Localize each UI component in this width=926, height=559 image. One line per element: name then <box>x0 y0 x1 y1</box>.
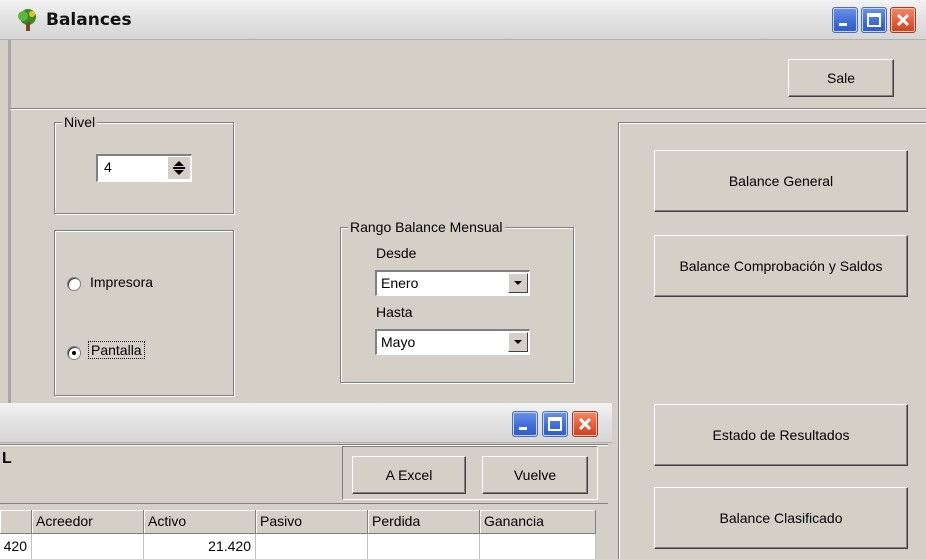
main-title-bar[interactable] <box>0 0 926 40</box>
estado-resultados-label: Estado de Resultados <box>712 427 850 443</box>
sale-button-label: Sale <box>826 70 856 86</box>
radio-selected-dot <box>72 351 76 355</box>
grid-cell-pasivo[interactable] <box>256 534 368 559</box>
close-icon <box>578 417 592 431</box>
grid-cell-perdida[interactable] <box>368 534 480 559</box>
rango-label: Rango Balance Mensual <box>348 219 505 235</box>
chevron-down-icon <box>514 281 522 285</box>
spinner-arrows-icon <box>173 161 185 175</box>
close-icon <box>896 13 910 27</box>
excel-button[interactable]: A Excel <box>352 456 466 494</box>
window-title: Balances <box>46 10 132 30</box>
toolbar-divider <box>10 108 926 110</box>
minimize-icon <box>839 23 847 26</box>
hasta-select[interactable]: Mayo <box>375 329 530 355</box>
minimize-icon <box>519 427 527 430</box>
grid-cell-acreedor[interactable] <box>32 534 144 559</box>
balance-clasificado-label: Balance Clasificado <box>719 510 843 526</box>
chevron-down-icon <box>514 340 522 344</box>
hasta-label: Hasta <box>376 304 413 320</box>
output-group <box>54 230 234 396</box>
radio-pantalla-label: Pantalla <box>88 341 145 359</box>
nivel-value: 4 <box>104 159 112 175</box>
desde-dropdown-button[interactable] <box>508 273 528 293</box>
vuelve-button[interactable]: Vuelve <box>482 456 588 494</box>
hasta-dropdown-button[interactable] <box>508 332 528 352</box>
grid-header-ganancia[interactable]: Ganancia <box>480 510 596 534</box>
maximize-button[interactable] <box>861 7 887 33</box>
balance-comprobacion-label: Balance Comprobación y Saldos <box>679 258 883 274</box>
child-maximize-button[interactable] <box>542 411 568 437</box>
balance-general-label: Balance General <box>728 173 834 189</box>
excel-button-label: A Excel <box>385 467 433 483</box>
spinner-arrows[interactable] <box>168 157 190 179</box>
balance-general-button[interactable]: Balance General <box>654 150 908 212</box>
desde-value: Enero <box>381 275 419 291</box>
vuelve-button-label: Vuelve <box>513 467 557 483</box>
balance-clasificado-button[interactable]: Balance Clasificado <box>654 487 908 549</box>
window-left-border <box>8 40 11 410</box>
balance-comprobacion-button[interactable]: Balance Comprobación y Saldos <box>654 235 908 297</box>
maximize-icon <box>548 417 562 431</box>
minimize-button[interactable] <box>832 7 858 33</box>
child-minimize-button[interactable] <box>512 411 538 437</box>
nivel-spinner[interactable]: 4 <box>96 154 192 182</box>
child-close-button[interactable] <box>572 411 598 437</box>
grid-cell-ganancia[interactable] <box>480 534 596 559</box>
grid-cell-activo[interactable]: 21.420 <box>144 534 256 559</box>
estado-resultados-button[interactable]: Estado de Resultados <box>654 404 908 466</box>
maximize-icon <box>867 13 881 27</box>
sale-button[interactable]: Sale <box>788 59 894 97</box>
grid-header-acreedor[interactable]: Acreedor <box>32 510 144 534</box>
nivel-label: Nivel <box>62 114 98 130</box>
radio-impresora-label: Impresora <box>90 274 154 290</box>
hasta-value: Mayo <box>381 334 416 350</box>
close-button[interactable] <box>890 7 916 33</box>
grid-header-activo[interactable]: Activo <box>144 510 256 534</box>
radio-pantalla[interactable] <box>67 346 81 360</box>
app-tree-icon <box>18 9 36 31</box>
desde-select[interactable]: Enero <box>375 270 530 296</box>
desde-label: Desde <box>376 245 417 261</box>
grid-header-perdida[interactable]: Perdida <box>368 510 480 534</box>
grid-header-pasivo[interactable]: Pasivo <box>256 510 368 534</box>
grid-header-partial <box>0 510 32 534</box>
radio-impresora[interactable] <box>67 277 81 291</box>
child-heading-fragment: L <box>2 450 12 467</box>
grid-cell-partial[interactable]: 420 <box>0 534 32 559</box>
